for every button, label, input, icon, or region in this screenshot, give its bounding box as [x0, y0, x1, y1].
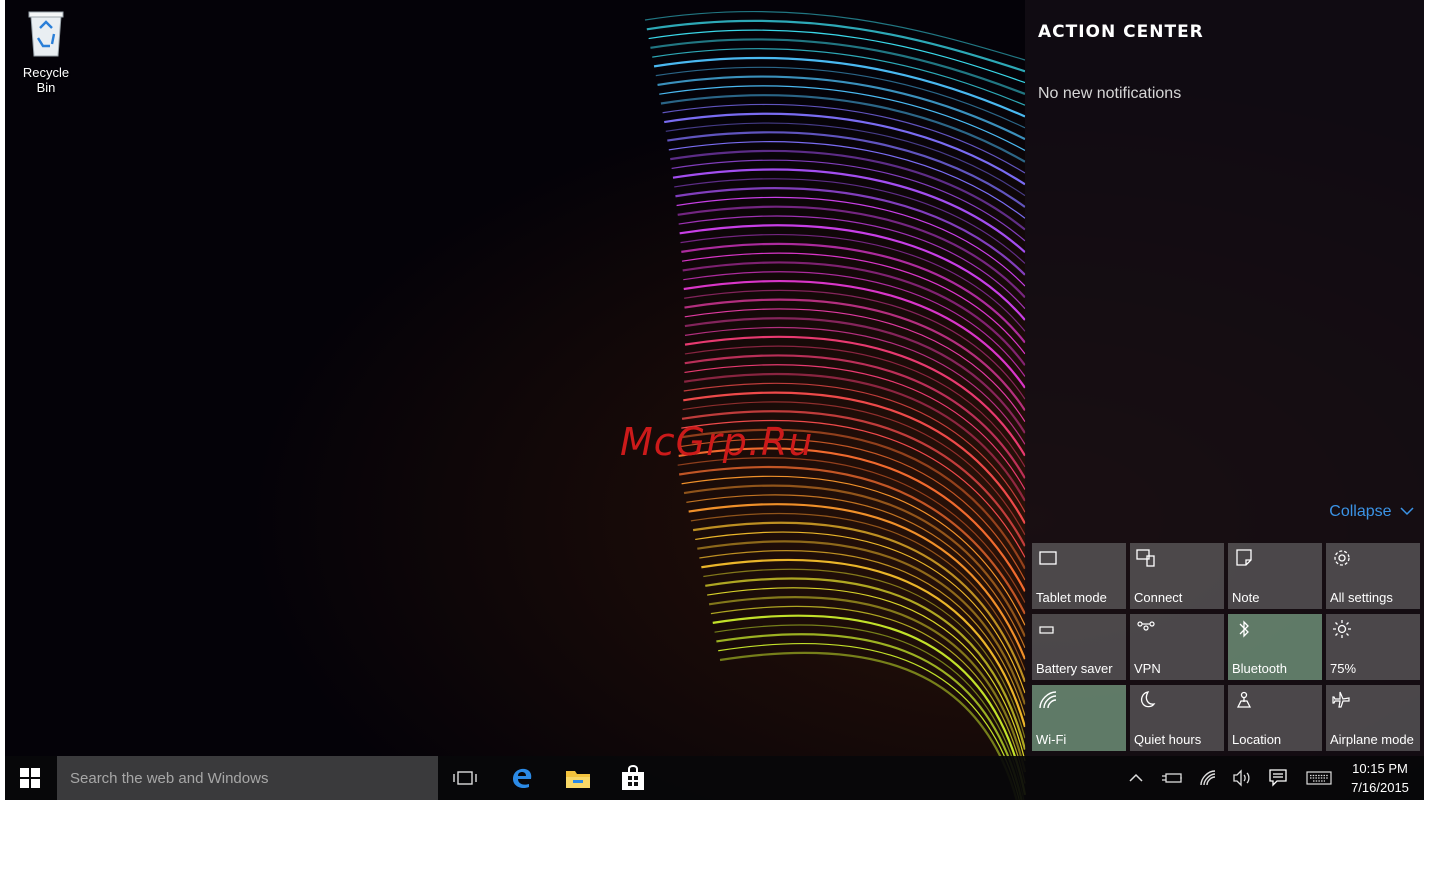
speaker-icon — [1233, 769, 1250, 787]
task-view-button[interactable] — [442, 756, 488, 800]
tile-label: 75% — [1330, 661, 1357, 676]
search-box[interactable]: Search the web and Windows — [57, 756, 438, 800]
moon-icon — [1141, 691, 1156, 708]
folder-icon — [566, 771, 590, 788]
vpn-icon — [1137, 621, 1155, 631]
tile-location[interactable]: Location — [1228, 685, 1322, 751]
windows-logo-icon — [20, 768, 40, 788]
chevron-down-icon — [1400, 507, 1414, 516]
tile-label: Quiet hours — [1134, 732, 1202, 747]
tile-label: Connect — [1134, 590, 1183, 605]
recycle-bin-shortcut[interactable]: Recycle Bin — [13, 6, 79, 95]
gear-icon — [1334, 550, 1350, 566]
tile-note[interactable]: Note — [1228, 543, 1322, 609]
brightness-icon — [1333, 620, 1351, 638]
tile-label: VPN — [1134, 661, 1161, 676]
recycle-bin-label: Recycle Bin — [22, 65, 70, 95]
tile-airplane-mode[interactable]: Airplane mode — [1326, 685, 1420, 751]
tile-label: Battery saver — [1036, 661, 1113, 676]
power-status-button[interactable] — [1160, 766, 1184, 790]
touch-keyboard-button[interactable] — [1304, 766, 1334, 790]
tile-label: Note — [1232, 590, 1260, 605]
show-hidden-icons-button[interactable] — [1124, 766, 1148, 790]
file-explorer-button[interactable] — [555, 756, 601, 800]
recycle-bin-icon — [28, 11, 64, 57]
collapse-button[interactable]: Collapse — [1329, 503, 1414, 521]
quick-actions-grid: Tablet mode Connect Note All settings Batter… — [1032, 543, 1423, 751]
start-button[interactable] — [5, 756, 55, 800]
tile-bluetooth[interactable]: Bluetooth — [1228, 614, 1322, 680]
action-center-panel: ACTION CENTER No new notifications Colla… — [1025, 0, 1424, 756]
store-bag-icon — [622, 765, 644, 790]
edge-icon — [513, 768, 532, 789]
tile-all-settings[interactable]: All settings — [1326, 543, 1420, 609]
tile-label: Tablet mode — [1036, 590, 1107, 605]
tile-label: Airplane mode — [1330, 732, 1414, 747]
tile-vpn[interactable]: VPN — [1130, 614, 1224, 680]
keyboard-icon — [1306, 771, 1332, 785]
clock-date: 7/16/2015 — [1351, 780, 1409, 795]
tile-label: All settings — [1330, 590, 1393, 605]
connect-icon — [1136, 549, 1155, 567]
notification-icon — [1269, 769, 1287, 787]
no-notifications-message: No new notifications — [1038, 85, 1182, 102]
clock[interactable]: 10:15 PM 7/16/2015 — [1345, 759, 1415, 797]
tile-tablet-mode[interactable]: Tablet mode — [1032, 543, 1126, 609]
tile-label: Location — [1232, 732, 1282, 747]
bluetooth-icon — [1239, 620, 1249, 638]
collapse-label: Collapse — [1329, 503, 1392, 520]
tile-brightness[interactable]: 75% — [1326, 614, 1420, 680]
note-icon — [1236, 549, 1252, 566]
desktop-screen: Recycle Bin McGrp.Ru ACTION CENTER No ne… — [5, 0, 1424, 800]
clock-time: 10:15 PM — [1352, 761, 1408, 776]
chevron-up-icon — [1129, 773, 1143, 782]
store-button[interactable] — [610, 756, 656, 800]
battery-plug-icon — [1162, 773, 1182, 783]
search-placeholder: Search the web and Windows — [70, 770, 269, 787]
tile-quiet-hours[interactable]: Quiet hours — [1130, 685, 1224, 751]
tile-label: Wi-Fi — [1036, 732, 1067, 747]
tile-battery-saver[interactable]: Battery saver — [1032, 614, 1126, 680]
battery-icon — [1039, 626, 1054, 634]
watermark-text: McGrp.Ru — [620, 420, 814, 464]
action-center-button[interactable] — [1266, 766, 1290, 790]
taskbar: Search the web and Windows 10:15 PM 7/16… — [5, 756, 1424, 800]
tile-wi-fi[interactable]: Wi-Fi — [1032, 685, 1126, 751]
tile-label: Bluetooth — [1232, 661, 1287, 676]
tablet-icon — [1039, 551, 1057, 565]
edge-browser-button[interactable] — [499, 756, 545, 800]
location-icon — [1236, 691, 1252, 708]
task-view-icon — [453, 771, 477, 785]
airplane-icon — [1332, 691, 1350, 708]
wifi-icon — [1200, 770, 1216, 786]
tile-connect[interactable]: Connect — [1130, 543, 1224, 609]
wifi-icon — [1039, 691, 1057, 709]
volume-button[interactable] — [1230, 766, 1254, 790]
network-button[interactable] — [1196, 766, 1220, 790]
action-center-title: ACTION CENTER — [1038, 22, 1204, 42]
